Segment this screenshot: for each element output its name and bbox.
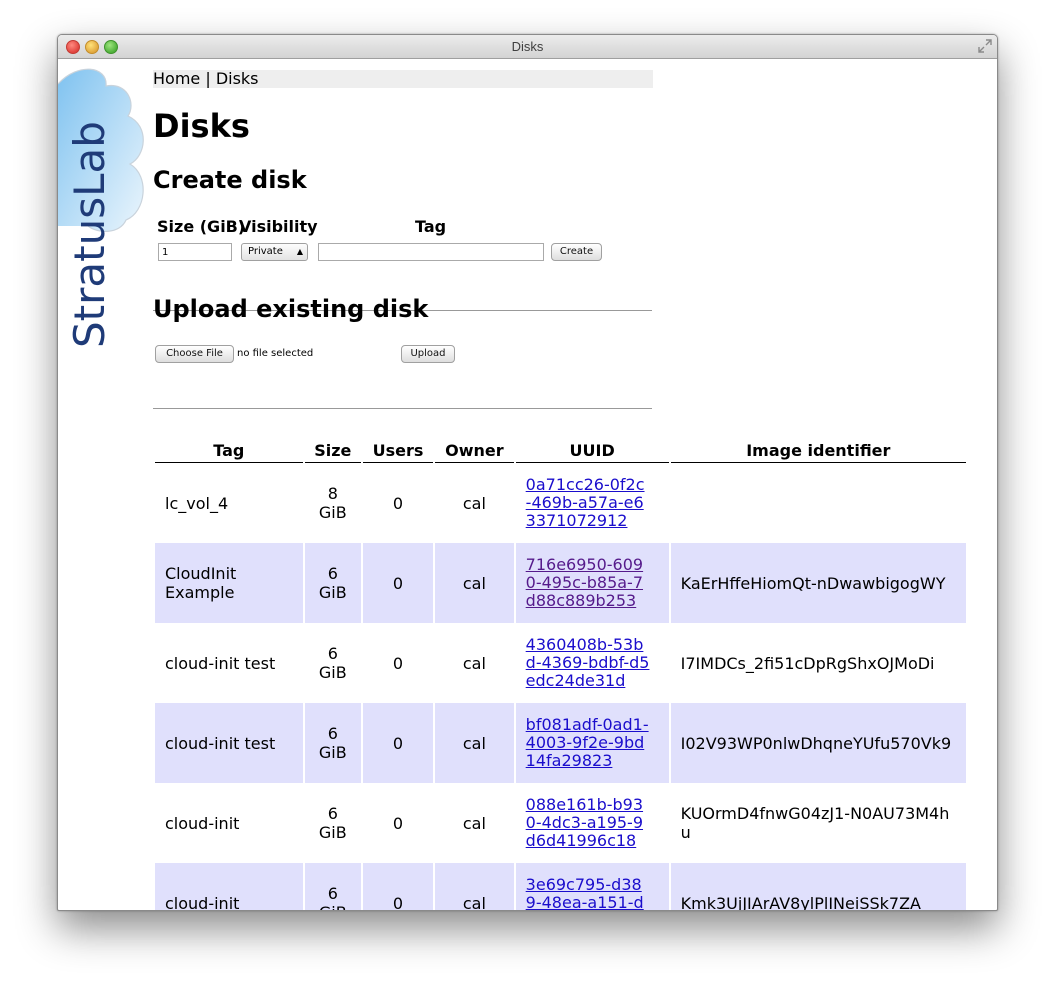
cell-users: 0 [362,703,434,783]
stratuslab-logo: StratusLab [58,64,148,354]
cell-tag: CloudInit Example [155,543,303,623]
uuid-link[interactable]: bf081adf-0ad1-4003-9f2e-9bd14fa29823 [526,716,650,770]
page-content: StratusLab Home | Disks Disks Create dis… [58,59,997,910]
cell-uuid: 088e161b-b930-4dc3-a195-9d6d41996c18 [516,783,669,863]
cell-image-identifier: I02V93WP0nlwDhqneYUfu570Vk9 [670,703,966,783]
cell-users: 0 [392,493,404,513]
table-row: cloud-init test 6 GiB 0 cal 4360408b-53b… [155,623,966,703]
size-label: Size (GiB) [157,217,246,236]
select-arrows-icon: ▲ [296,247,303,256]
cell-users: 0 [392,813,404,833]
title-bar: Disks [58,35,997,59]
fullscreen-icon[interactable] [978,39,992,53]
window-title: Disks [511,39,544,54]
column-header-image-identifier: Image identifier [670,439,966,463]
cell-uuid: bf081adf-0ad1-4003-9f2e-9bd14fa29823 [515,703,669,783]
cell-uuid: 4360408b-53bd-4369-bdbf-d5edc24de31d [516,623,669,703]
cell-owner: cal [435,543,514,623]
cell-owner: cal [435,703,514,783]
disks-table: Tag Size Users Owner UUID Image identifi… [153,439,968,910]
cell-tag: lc_vol_4 [165,493,229,513]
cell-image-identifier: Kmk3UjJIArAV8ylPlINeiSSk7ZA [670,863,966,910]
size-input[interactable] [158,243,232,261]
breadcrumb-separator: | [200,69,216,88]
cell-tag: cloud-init [155,863,303,910]
column-header-uuid: UUID [515,439,669,463]
cell-owner: cal [462,493,486,513]
cell-users: 0 [362,863,434,910]
cell-size: 8 GiB [318,484,347,522]
column-header-users: Users [362,439,434,463]
visibility-selected-value: Private [248,246,283,257]
visibility-label: Visibility [239,217,318,236]
cell-owner: cal [435,863,514,910]
column-header-size: Size [304,439,361,463]
column-header-tag: Tag [155,439,303,463]
cell-size: 6 GiB [304,543,361,623]
cell-tag: cloud-init [165,813,240,833]
divider [153,408,652,409]
cell-image-identifier: KaErHffeHiomQt-nDwawbigogWY [670,543,966,623]
cell-size: 6 GiB [304,703,361,783]
cell-owner: cal [462,813,486,833]
cell-tag: cloud-init test [165,653,276,673]
choose-file-button[interactable]: Choose File [155,345,234,363]
table-row: cloud-init test 6 GiB 0 cal bf081adf-0ad… [155,703,966,783]
cell-owner: cal [462,653,486,673]
cell-users: 0 [362,543,434,623]
column-header-owner: Owner [435,439,514,463]
cell-uuid: 0a71cc26-0f2c-469b-a57a-e63371072912 [516,463,669,543]
visibility-select[interactable]: Private ▲ [241,243,308,261]
cell-size: 6 GiB [318,804,347,842]
cell-image-identifier: I7IMDCs_2fi51cDpRgShxOJMoDi [680,653,935,673]
uuid-link[interactable]: 088e161b-b930-4dc3-a195-9d6d41996c18 [526,796,650,850]
breadcrumb-current-link[interactable]: Disks [216,69,259,88]
page-title: Disks [153,107,250,145]
table-row: lc_vol_4 8 GiB 0 cal 0a71cc26-0f2c-469b-… [155,463,966,543]
create-button[interactable]: Create [551,243,602,261]
cell-uuid: 3e69c795-d389-48ea-a151-d6c88ff60fae [515,863,669,911]
uuid-link[interactable]: 0a71cc26-0f2c-469b-a57a-e63371072912 [526,476,650,530]
table-header-row: Tag Size Users Owner UUID Image identifi… [155,439,966,463]
cell-size: 6 GiB [318,644,347,682]
uuid-link[interactable]: 4360408b-53bd-4369-bdbf-d5edc24de31d [526,636,650,690]
create-disk-heading: Create disk [153,166,307,194]
breadcrumb-home-link[interactable]: Home [153,69,200,88]
uuid-link[interactable]: 3e69c795-d389-48ea-a151-d6c88ff60fae [526,876,650,911]
table-row: CloudInit Example 6 GiB 0 cal 716e6950-6… [155,543,966,623]
uuid-link[interactable]: 716e6950-6090-495c-b85a-7d88c889b253 [526,556,650,610]
cell-size: 6 GiB [304,863,361,910]
cell-uuid: 716e6950-6090-495c-b85a-7d88c889b253 [515,543,669,623]
logo-text: StratusLab [65,121,114,348]
cell-image-identifier: KUOrmD4fnwG04zJ1-N0AU73M4hu [680,804,950,842]
upload-button[interactable]: Upload [401,345,455,363]
breadcrumb: Home | Disks [153,70,653,88]
cell-image-identifier [671,463,966,543]
tag-input[interactable] [318,243,544,261]
cell-users: 0 [392,653,404,673]
file-status-text: no file selected [237,348,314,359]
cell-tag: cloud-init test [155,703,303,783]
tag-label: Tag [415,217,447,236]
browser-window: Disks StratusLab Home | Disks Disks Crea… [57,34,998,911]
table-row: cloud-init 6 GiB 0 cal 3e69c795-d389-48e… [155,863,966,910]
upload-disk-heading: Upload existing disk [153,295,429,323]
table-row: cloud-init 6 GiB 0 cal 088e161b-b930-4dc… [155,783,966,863]
